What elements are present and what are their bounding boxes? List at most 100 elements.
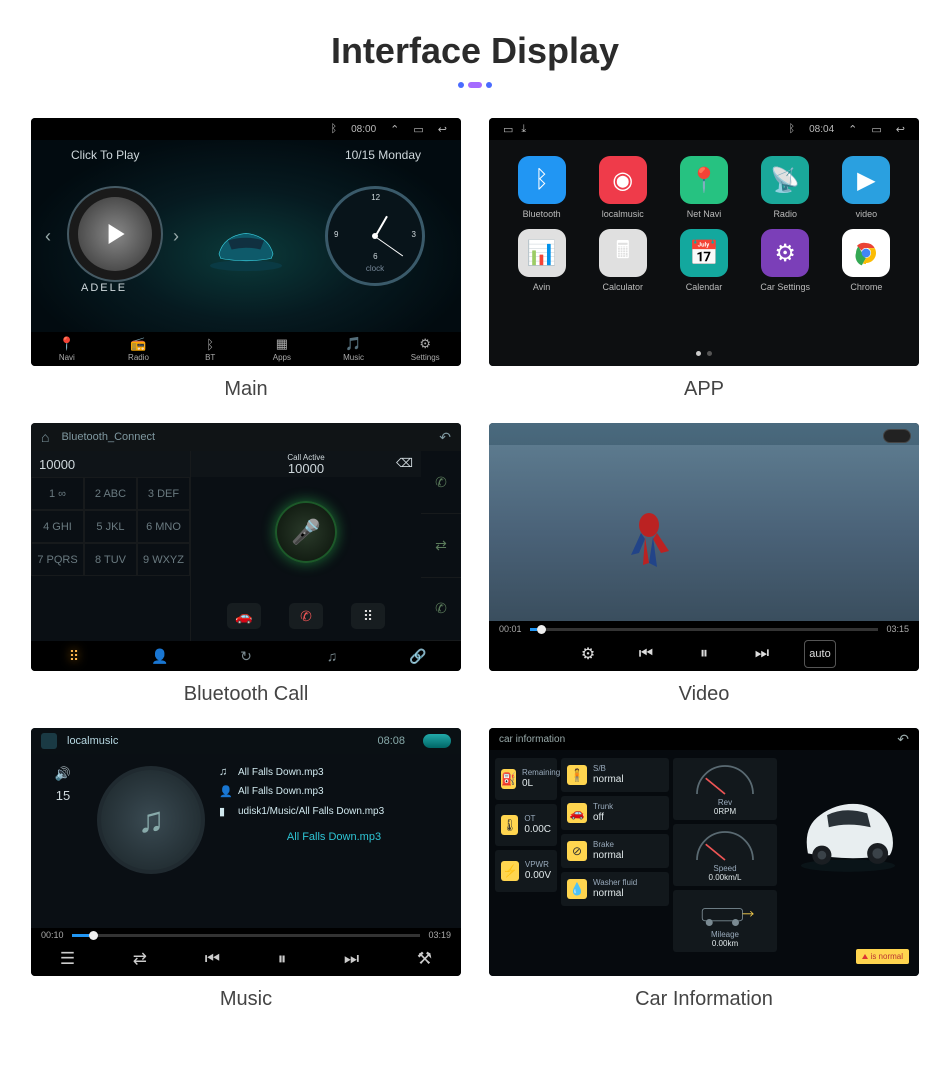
car-info-title: car information	[499, 734, 565, 745]
eq-button[interactable]: ⚙	[572, 640, 604, 668]
play-hint: Click To Play	[71, 148, 139, 162]
recents-icon[interactable]: ▭	[413, 123, 423, 136]
next-button[interactable]: ⏭	[344, 949, 359, 969]
next-button[interactable]: ⏭	[746, 640, 778, 668]
video-seek[interactable]	[530, 628, 879, 631]
current-track: All Falls Down.mp3	[219, 831, 449, 843]
music-elapsed: 00:10	[41, 930, 64, 940]
app-car settings[interactable]: ⚙Car Settings	[747, 229, 824, 292]
hangup-button[interactable]: ✆	[289, 603, 323, 629]
prev-button[interactable]: ‹	[45, 226, 51, 247]
dial-key[interactable]: 7 PQRS	[31, 543, 84, 576]
artist-icon: 👤	[219, 785, 231, 798]
title-underline	[445, 82, 505, 88]
recents-icon[interactable]: ▭	[871, 123, 881, 136]
app-localmusic[interactable]: ◉localmusic	[584, 156, 661, 219]
list-item[interactable]: ▮udisk1/Music/All Falls Down.mp3	[219, 805, 449, 818]
app-video[interactable]: ▶video	[828, 156, 905, 219]
app-grid: ᛒBluetooth◉localmusic📍Net Navi📡Radio▶vid…	[503, 156, 905, 292]
nav-radio[interactable]: 📻Radio	[103, 332, 175, 366]
dial-key[interactable]: 6 MNO	[137, 510, 190, 543]
prev-button[interactable]: ⏮	[630, 640, 662, 668]
music-total: 03:19	[428, 930, 451, 940]
answer-button[interactable]: ✆	[421, 451, 461, 514]
video-frame	[619, 505, 679, 585]
contacts-tab[interactable]: 👤	[117, 641, 203, 671]
dialpad: 10000 1 ∞2 ABC3 DEF 4 GHI5 JKL6 MNO 7 PQRS…	[31, 451, 191, 641]
back-icon[interactable]: ↩	[896, 123, 905, 136]
app-calculator[interactable]: 🖩Calculator	[584, 229, 661, 292]
prev-button[interactable]: ⏮	[205, 949, 220, 969]
delete-icon[interactable]: ⌫	[396, 456, 413, 470]
music-note-icon: ♫	[138, 799, 165, 841]
back-icon[interactable]: ↶	[897, 731, 909, 748]
stat-vpwr: ⚡VPWR0.00V	[495, 850, 557, 892]
pause-button[interactable]: ⏸	[278, 949, 287, 969]
next-button[interactable]: ›	[173, 226, 179, 247]
nav-bt[interactable]: ᛒBT	[174, 332, 246, 366]
music-screen: localmusic 08:08 🔊 15 ♫ ♫All Falls Down.…	[31, 728, 461, 976]
music-clock: 08:08	[377, 735, 405, 747]
back-icon[interactable]: ↩	[438, 123, 447, 136]
dial-key[interactable]: 3 DEF	[137, 477, 190, 510]
app-bluetooth[interactable]: ᛒBluetooth	[503, 156, 580, 219]
dial-key[interactable]: 1 ∞	[31, 477, 84, 510]
pair-tab[interactable]: 🔗	[375, 641, 461, 671]
album-name: ADELE	[81, 282, 127, 294]
car-audio-button[interactable]: 🚗	[227, 603, 261, 629]
volume-icon[interactable]: ⌃	[848, 123, 857, 136]
music-seek[interactable]	[72, 934, 421, 937]
app-avin[interactable]: 📊Avin	[503, 229, 580, 292]
auto-button[interactable]: auto	[804, 640, 836, 668]
dial-key[interactable]: 4 GHI	[31, 510, 84, 543]
play-icon	[109, 224, 125, 244]
download-icon: ⤓	[521, 123, 526, 136]
app-net navi[interactable]: 📍Net Navi	[665, 156, 742, 219]
date-label: 10/15 Monday	[345, 148, 421, 162]
dial-key[interactable]: 2 ABC	[84, 477, 137, 510]
dial-key[interactable]: 8 TUV	[84, 543, 137, 576]
hold-button[interactable]: ✆	[421, 578, 461, 641]
screen-label: Video	[679, 671, 730, 716]
video-viewport[interactable]	[489, 423, 919, 621]
nav-apps[interactable]: ▦Apps	[246, 332, 318, 366]
nav-music[interactable]: 🎵Music	[318, 332, 390, 366]
stat-remaining: ⛽Remaining0L	[495, 758, 557, 800]
list-item[interactable]: ♫All Falls Down.mp3	[219, 766, 449, 778]
gauge-mileage: Mileage0.00km	[673, 890, 777, 952]
album-widget[interactable]	[67, 186, 163, 282]
dial-display: 10000	[31, 451, 190, 477]
car-illustration	[201, 210, 291, 280]
back-pill[interactable]	[423, 734, 451, 748]
music-tab[interactable]: ♫	[289, 641, 375, 671]
video-total: 03:15	[886, 624, 909, 634]
app-radio[interactable]: 📡Radio	[747, 156, 824, 219]
dial-key[interactable]: 5 JKL	[84, 510, 137, 543]
back-pill[interactable]	[883, 429, 911, 443]
volume-icon[interactable]: ⌃	[390, 123, 399, 136]
dial-key[interactable]: 9 WXYZ	[137, 543, 190, 576]
page-dots[interactable]	[696, 351, 712, 356]
pause-button[interactable]: ⏸	[688, 640, 720, 668]
dialpad-tab[interactable]: ⠿	[31, 641, 117, 671]
app-icon	[41, 733, 57, 749]
back-icon[interactable]: ↶	[439, 429, 451, 446]
app-calendar[interactable]: 📅Calendar	[665, 229, 742, 292]
list-item[interactable]: 👤All Falls Down.mp3	[219, 785, 449, 798]
nav-settings[interactable]: ⚙Settings	[389, 332, 461, 366]
nav-navi[interactable]: 📍Navi	[31, 332, 103, 366]
playlist-button[interactable]: ☰	[60, 949, 75, 969]
mic-button[interactable]: 🎤	[275, 501, 337, 563]
transfer-button[interactable]: ⇄	[421, 514, 461, 577]
main-bottom-nav: 📍Navi📻RadioᛒBT▦Apps🎵Music⚙Settings	[31, 332, 461, 366]
volume-value: 15	[56, 788, 70, 803]
album-art[interactable]: ♫	[97, 766, 205, 874]
keypad-button[interactable]: ⠿	[351, 603, 385, 629]
app-chrome[interactable]: Chrome	[828, 229, 905, 292]
shuffle-button[interactable]: ⇄	[133, 949, 147, 969]
home-icon[interactable]: ⌂	[41, 429, 49, 445]
eq-button[interactable]: ⚒	[417, 949, 432, 969]
recents-tab[interactable]: ↻	[203, 641, 289, 671]
volume-icon[interactable]: 🔊	[55, 766, 71, 782]
clock-widget[interactable]: clock 12 3 6 9	[325, 186, 425, 286]
